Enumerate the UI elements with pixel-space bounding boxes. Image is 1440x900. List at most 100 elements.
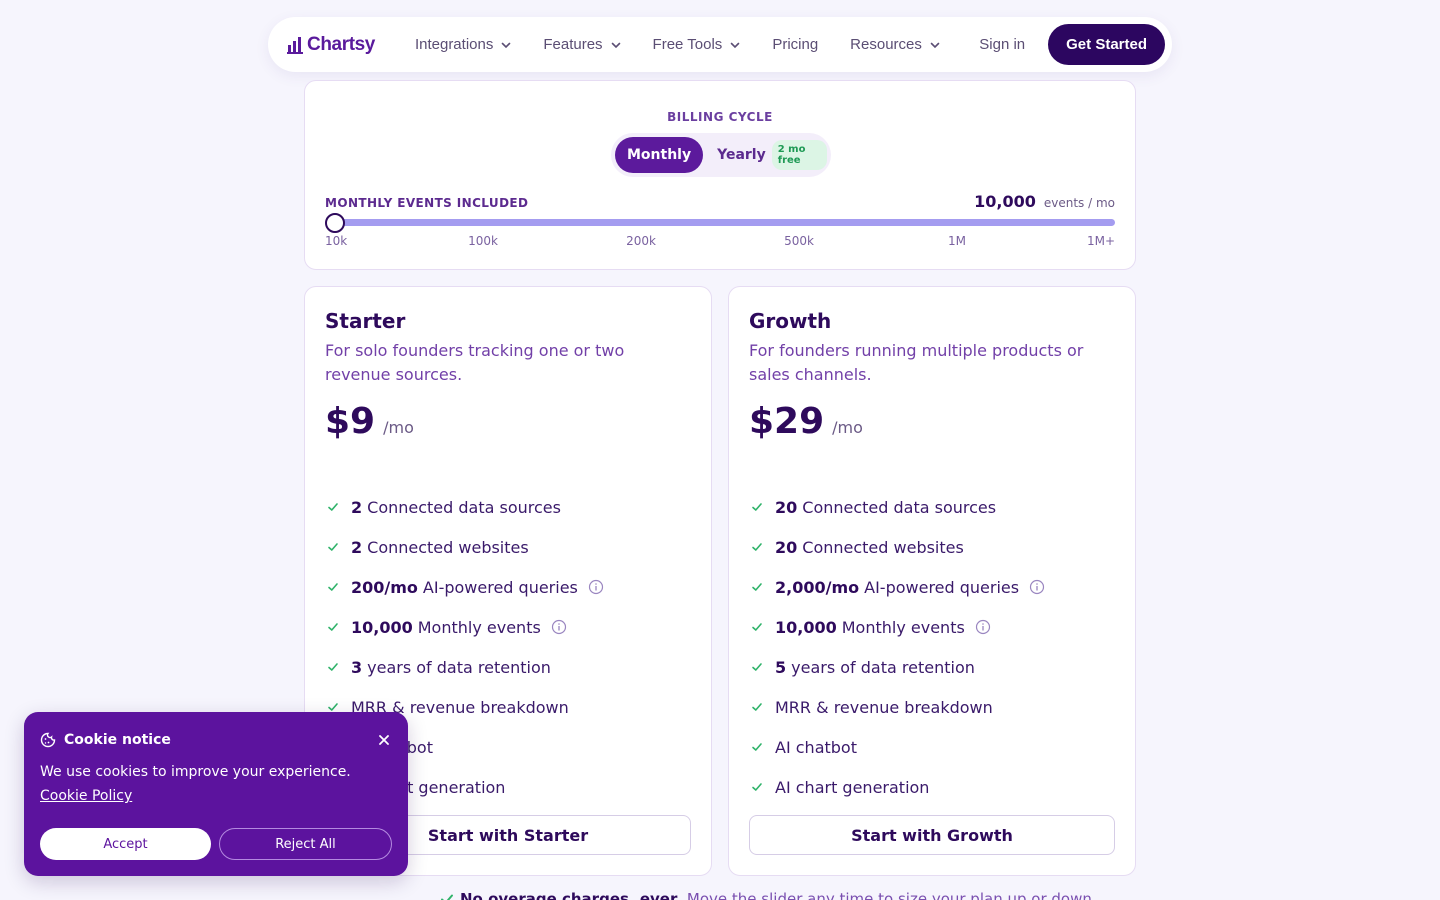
feature-item: 10,000 Monthly events	[325, 607, 604, 647]
cookie-icon	[40, 732, 56, 748]
chevron-down-icon	[930, 42, 940, 48]
feature-text: AI chatbot	[775, 737, 857, 757]
info-icon[interactable]	[588, 579, 604, 595]
bar-chart-logo-icon	[287, 36, 303, 54]
accept-cookies-button[interactable]: Accept	[40, 828, 211, 860]
feature-item: 2,000/mo AI-powered queries	[749, 567, 1045, 607]
check-icon	[749, 579, 765, 595]
check-icon	[325, 579, 341, 595]
feature-item: 20 Connected websites	[749, 527, 1045, 567]
feature-quantity: 10,000	[351, 617, 413, 637]
check-icon	[325, 539, 341, 555]
nav-item-features[interactable]: Features	[543, 36, 620, 53]
events-label: MONTHLY EVENTS INCLUDED	[325, 196, 529, 210]
nav-item-label: Features	[543, 36, 603, 53]
plan-description: For solo founders tracking one or two re…	[325, 341, 625, 384]
check-icon	[749, 499, 765, 515]
sign-in-link[interactable]: Sign in	[979, 36, 1025, 53]
feature-quantity: 2	[351, 497, 363, 517]
logo[interactable]: Chartsy	[287, 34, 375, 56]
price-period: /mo	[832, 418, 863, 437]
slider-tick-label: 1M	[948, 234, 966, 248]
check-icon	[325, 499, 341, 515]
feature-text: Monthly events	[841, 617, 965, 637]
monthly-toggle-option[interactable]: Monthly	[615, 137, 704, 173]
feature-text: Connected data sources	[367, 497, 561, 517]
yearly-toggle-option[interactable]: Yearly 2 mo free	[717, 140, 827, 170]
feature-item: 200/mo AI-powered queries	[325, 567, 604, 607]
feature-quantity: 5	[775, 657, 787, 677]
reject-cookies-button[interactable]: Reject All	[219, 828, 392, 860]
check-icon	[749, 659, 765, 675]
slider-tick-label: 10k	[325, 234, 348, 248]
top-nav: Chartsy Integrations Features Free Tools Pr…	[268, 17, 1172, 72]
feature-item: 10,000 Monthly events	[749, 607, 1045, 647]
chevron-down-icon	[611, 42, 620, 48]
feature-text: Connected websites	[802, 537, 964, 557]
events-value: 10,000	[974, 192, 1036, 211]
events-readout: 10,000 events / mo	[974, 192, 1115, 211]
check-icon	[749, 699, 765, 715]
feature-quantity: 200/mo	[351, 577, 418, 597]
info-icon[interactable]	[975, 619, 991, 635]
close-cookie-button[interactable]	[378, 734, 390, 746]
billing-toggle: Monthly Yearly 2 mo free	[611, 133, 831, 177]
nav-item-free-tools[interactable]: Free Tools	[653, 36, 741, 53]
cookie-message-text: We use cookies to improve your experienc…	[40, 764, 351, 780]
logo-text: Chartsy	[307, 33, 375, 55]
check-icon	[749, 739, 765, 755]
slider-tick-label: 500k	[784, 234, 814, 248]
close-icon	[379, 735, 389, 745]
check-icon	[749, 619, 765, 635]
feature-quantity: 10,000	[775, 617, 837, 637]
nav-item-label: Free Tools	[652, 36, 723, 53]
feature-text: Connected data sources	[802, 497, 997, 517]
feature-text: Monthly events	[417, 617, 541, 637]
plan-name: Growth	[749, 309, 832, 333]
feature-quantity: 3	[351, 657, 363, 677]
slider-tick-label: 200k	[626, 234, 656, 248]
price-amount: $29	[749, 401, 825, 442]
check-icon	[749, 779, 765, 795]
info-icon[interactable]	[1029, 579, 1045, 595]
feature-item: 5 years of data retention	[749, 647, 1045, 687]
feature-item: AI chart generation	[749, 767, 1045, 807]
footnote-text: Move the slider any time to size your pl…	[686, 890, 1097, 900]
feature-text: AI-powered queries	[864, 577, 1020, 597]
slider-tick-label: 1M+	[1086, 234, 1115, 248]
feature-item: 20 Connected data sources	[749, 487, 1045, 527]
events-slider-track[interactable]	[327, 219, 1115, 226]
feature-item: 2 Connected data sources	[325, 487, 604, 527]
nav-menu: Integrations Features Free Tools Pricing Res…	[415, 36, 972, 53]
cookie-notice: Cookie notice We use cookies to improve …	[24, 712, 408, 876]
yearly-discount-badge: 2 mo free	[771, 140, 827, 170]
nav-item-label: Integrations	[414, 36, 494, 53]
slider-tick-label: 100k	[468, 234, 498, 248]
info-icon[interactable]	[551, 619, 567, 635]
chevron-down-icon	[731, 42, 740, 48]
feature-text: Connected websites	[367, 537, 529, 557]
nav-item-resources[interactable]: Resources	[850, 36, 940, 53]
start-with-growth-button[interactable]: Start with Growth	[749, 815, 1115, 855]
feature-quantity: 2,000/mo	[775, 577, 860, 597]
feature-item: 3 years of data retention	[325, 647, 604, 687]
cookie-title: Cookie notice	[64, 732, 171, 748]
get-started-button[interactable]: Get Started	[1048, 24, 1165, 65]
billing-cycle-label: BILLING CYCLE	[667, 110, 773, 124]
check-icon	[325, 659, 341, 675]
plan-name: Starter	[325, 309, 406, 333]
check-icon	[325, 619, 341, 635]
nav-item-pricing[interactable]: Pricing	[772, 36, 818, 53]
billing-panel: BILLING CYCLE Monthly Yearly 2 mo free M…	[304, 80, 1136, 270]
events-unit: events / mo	[1043, 196, 1115, 210]
cookie-policy-link[interactable]: Cookie Policy	[40, 788, 132, 804]
feature-quantity: 2	[351, 537, 363, 557]
cookie-message: We use cookies to improve your experienc…	[40, 760, 392, 808]
nav-item-integrations[interactable]: Integrations	[415, 36, 511, 53]
plan-card-growth: Growth For founders running multiple pro…	[728, 286, 1136, 876]
feature-item: AI chatbot	[749, 727, 1045, 767]
feature-quantity: 20	[775, 497, 798, 517]
feature-text: MRR & revenue breakdown	[775, 697, 993, 717]
events-slider-handle[interactable]	[325, 213, 345, 233]
slider-tick-labels: 10k 100k 200k 500k 1M 1M+	[325, 234, 1115, 248]
